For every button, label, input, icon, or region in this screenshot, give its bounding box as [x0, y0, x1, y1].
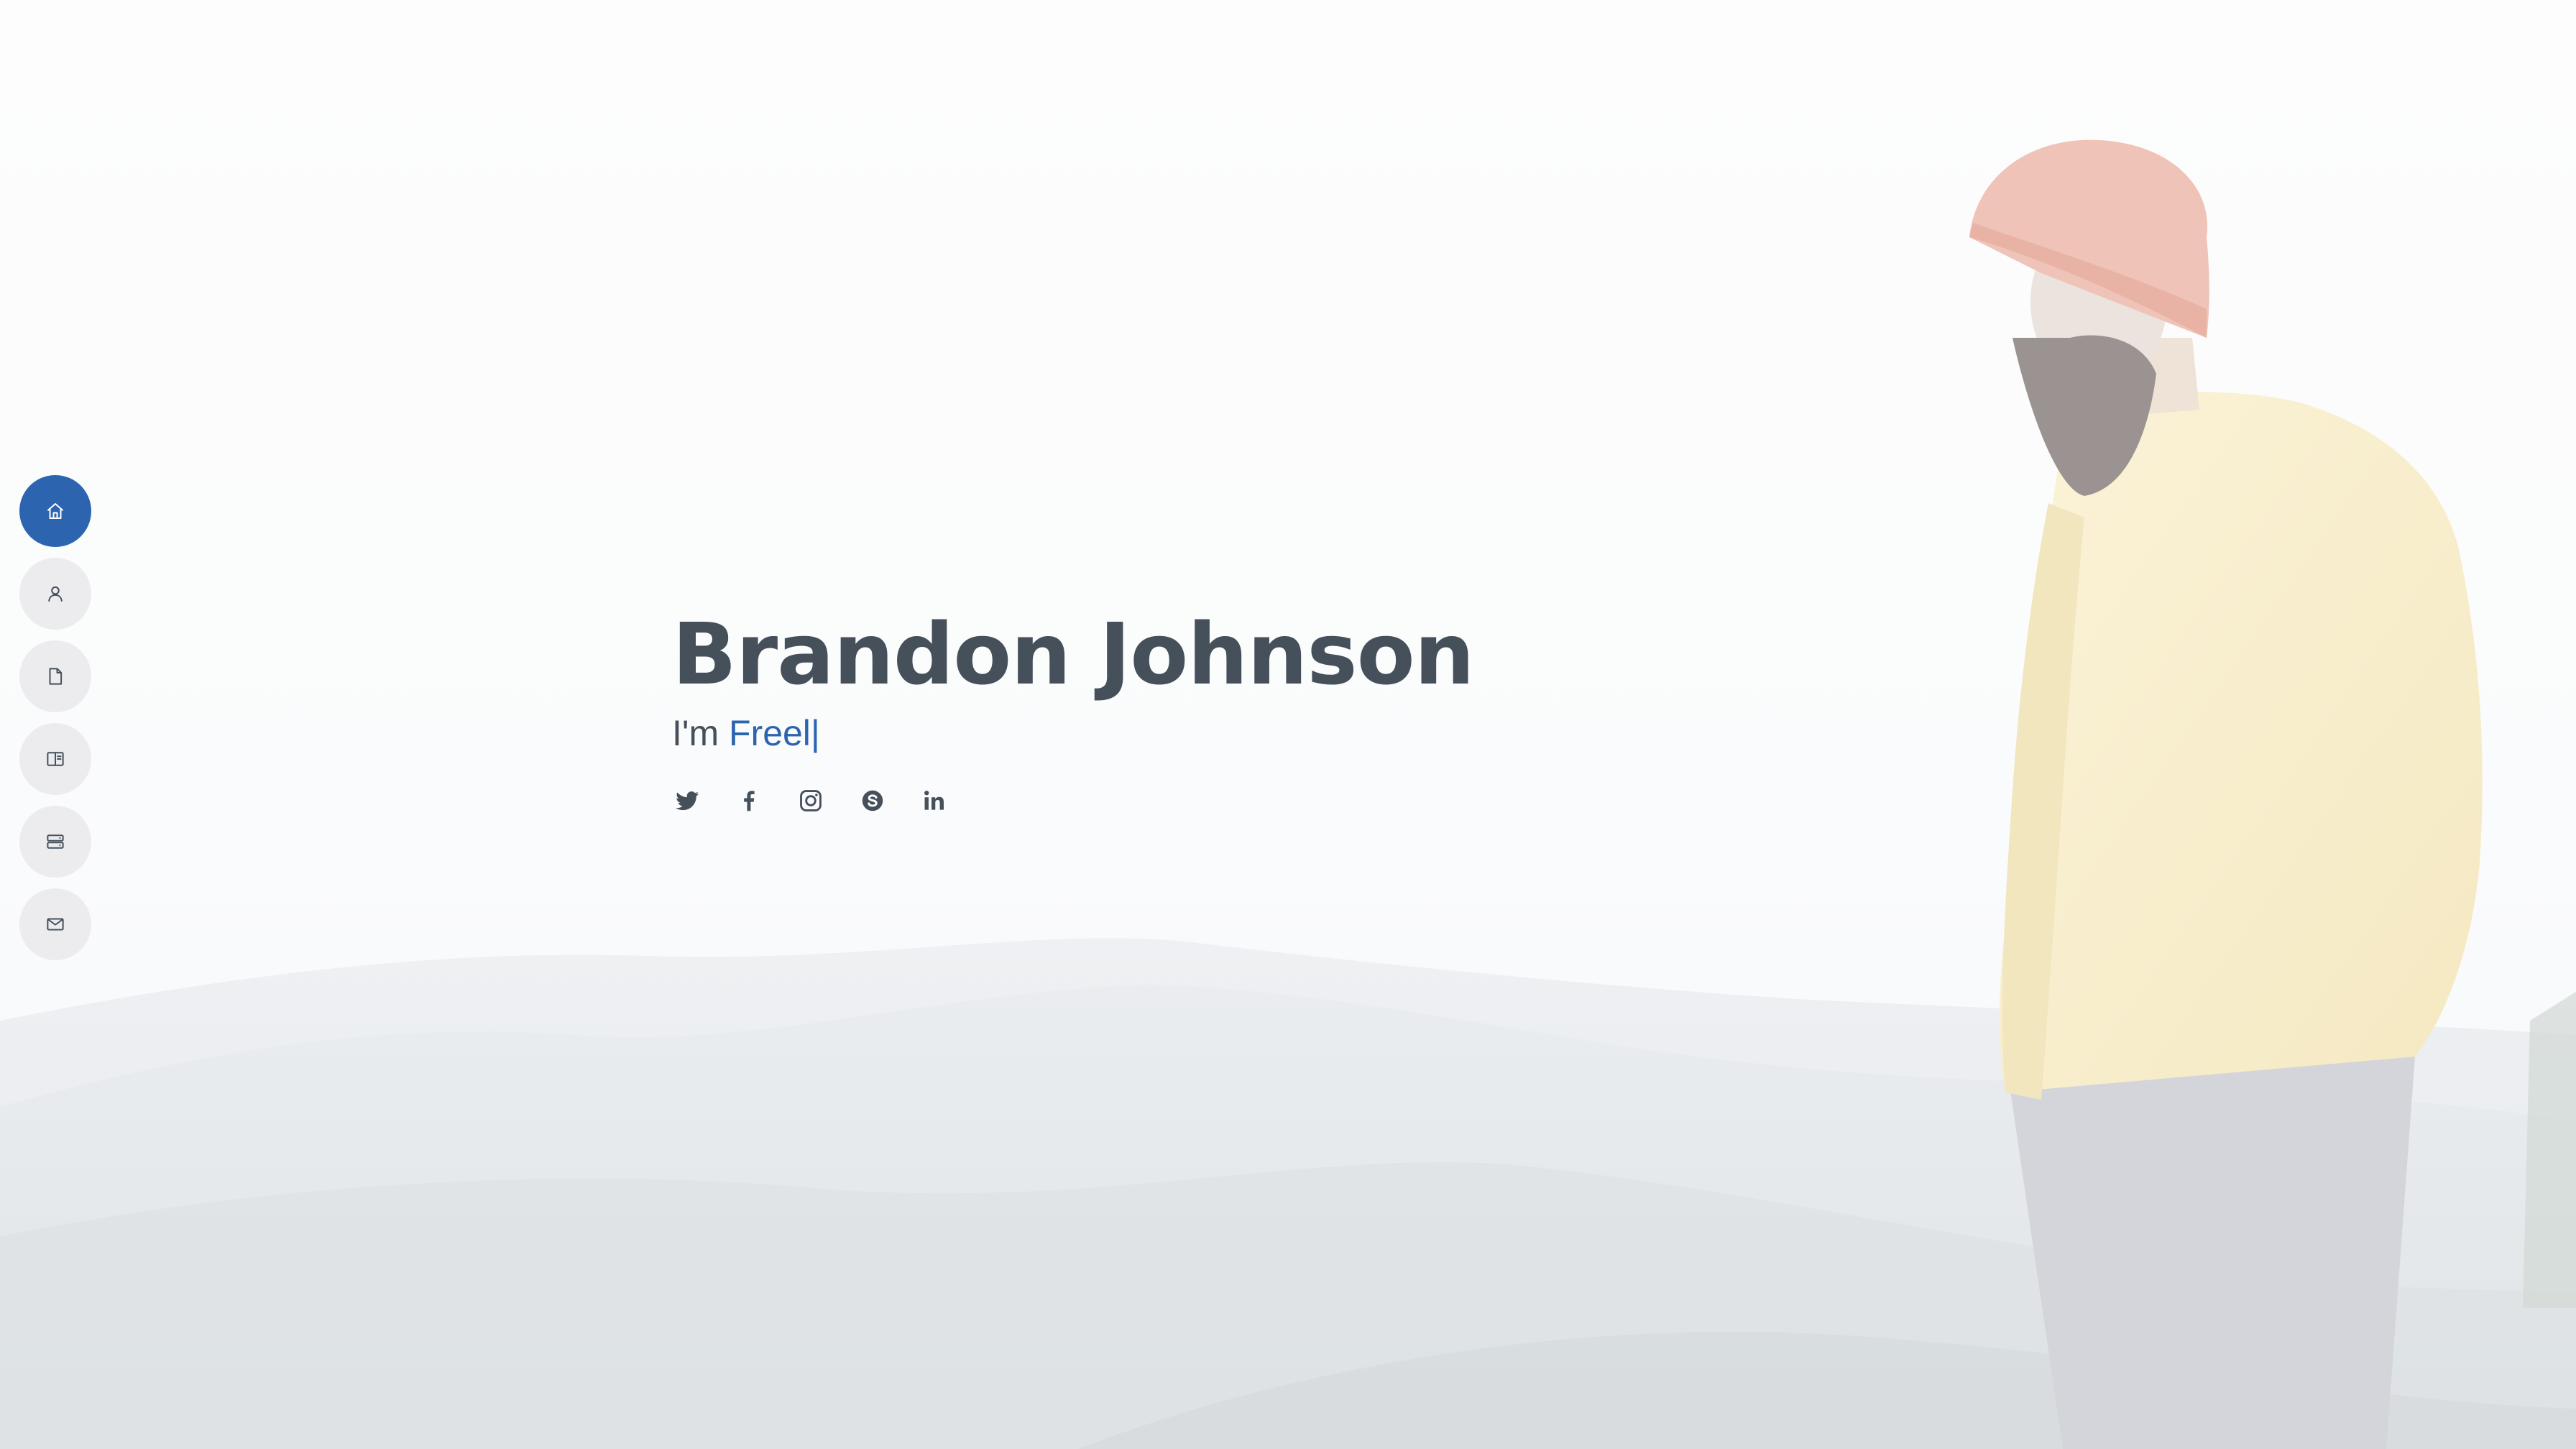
page: Brandon Johnson I'm Freel|: [0, 0, 2576, 1449]
home-icon: [47, 503, 63, 519]
twitter-link[interactable]: [673, 787, 701, 814]
nav-resume-button[interactable]: [19, 640, 91, 712]
hero-subtitle: I'm Freel|: [672, 709, 1474, 757]
linkedin-icon: [924, 791, 944, 810]
server-icon: [47, 834, 64, 849]
instagram-link[interactable]: [797, 787, 824, 814]
hero-typed-text: Freel: [729, 713, 811, 753]
typing-caret: |: [810, 713, 820, 753]
instagram-icon: [800, 790, 822, 811]
hero-section: Brandon Johnson I'm Freel|: [672, 600, 1475, 814]
nav-portfolio-button[interactable]: [19, 723, 91, 795]
twitter-icon: [676, 791, 699, 811]
side-nav: [19, 475, 91, 960]
nav-contact-button[interactable]: [19, 888, 91, 960]
envelope-icon: [47, 918, 64, 931]
facebook-icon: [744, 791, 755, 811]
hero-name: Brandon Johnson: [672, 604, 1475, 704]
nav-home-button[interactable]: [19, 475, 91, 547]
linkedin-link[interactable]: [921, 787, 948, 814]
file-icon: [49, 668, 63, 685]
nav-about-button[interactable]: [19, 558, 91, 630]
hero-prefix: I'm: [672, 713, 719, 753]
skype-link[interactable]: [859, 787, 886, 814]
skype-icon: [862, 790, 883, 811]
social-links: [673, 787, 1474, 814]
nav-services-button[interactable]: [19, 806, 91, 878]
book-icon: [47, 752, 64, 766]
user-icon: [48, 586, 63, 602]
facebook-link[interactable]: [735, 787, 763, 814]
